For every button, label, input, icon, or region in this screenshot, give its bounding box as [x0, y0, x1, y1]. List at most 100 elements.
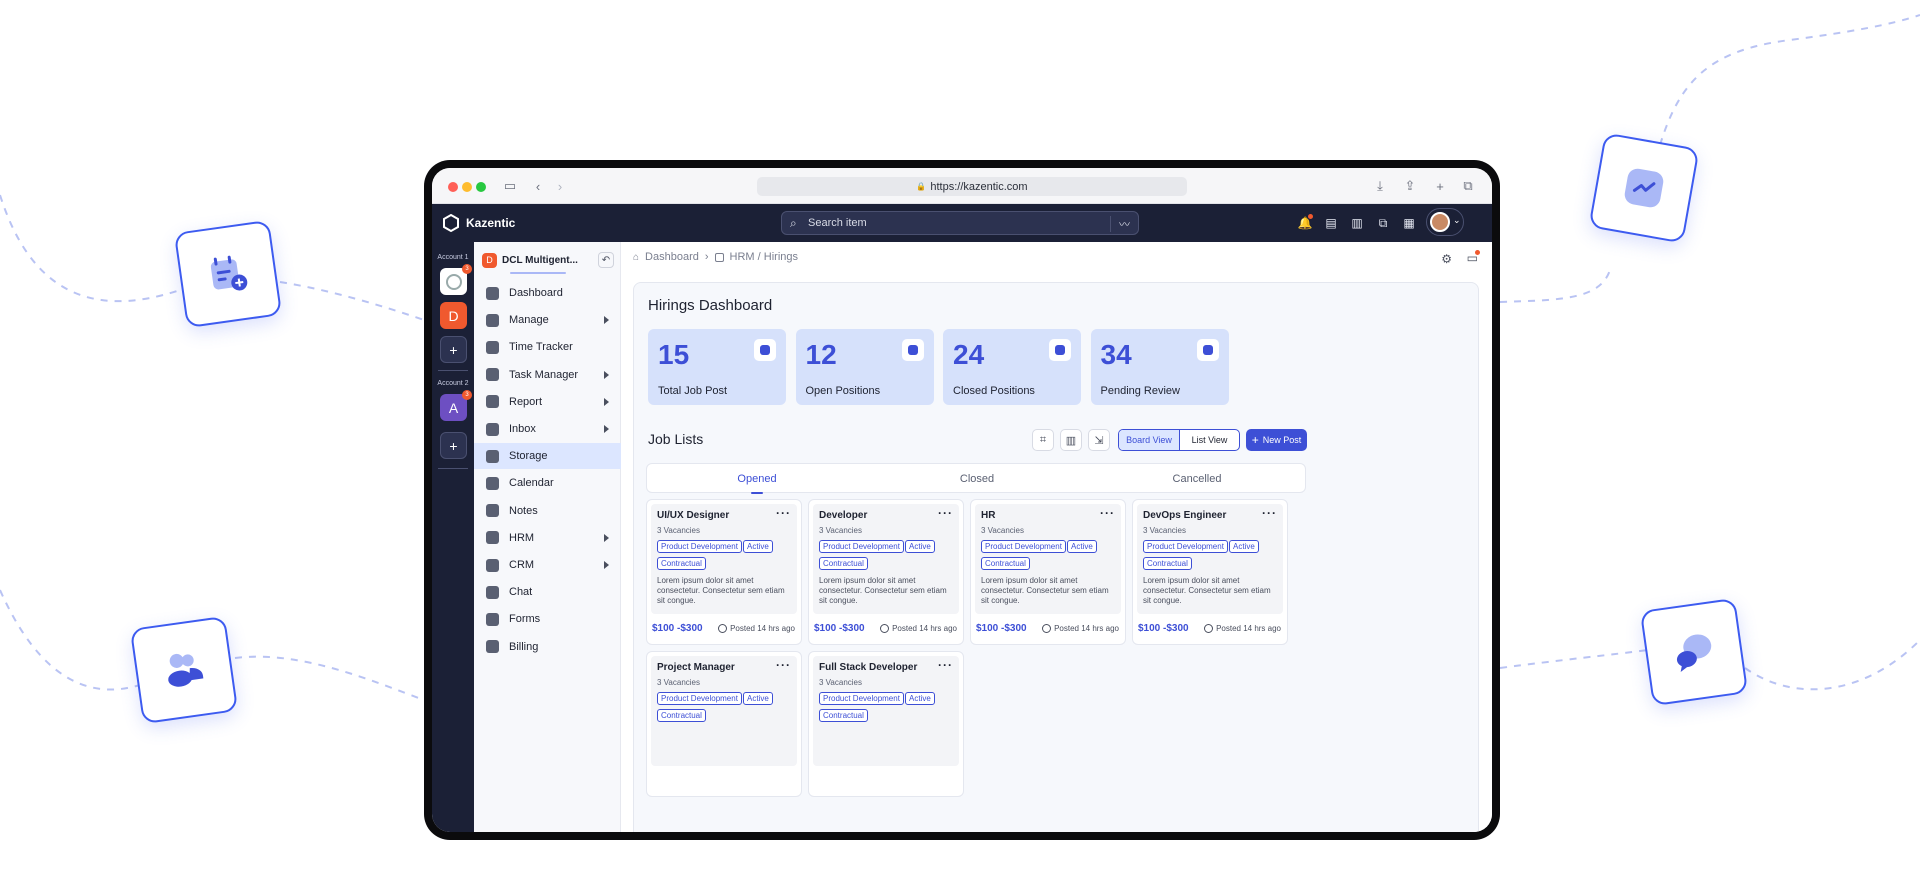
job-card[interactable]: Project Manager ··· 3 Vacancies Product Dev…: [646, 651, 802, 797]
job-posted: Posted 14 hrs ago: [880, 624, 957, 633]
document-icon[interactable]: ▤: [1324, 216, 1338, 230]
add-account2-workspace-button[interactable]: +: [440, 432, 467, 459]
share-icon[interactable]: ⇪: [1402, 178, 1418, 194]
voice-search-icon[interactable]: 〰: [1110, 216, 1130, 232]
job-vacancies: 3 Vacancies: [819, 526, 862, 535]
new-post-button[interactable]: + New Post: [1246, 429, 1307, 451]
clock-icon: [1204, 624, 1214, 633]
breadcrumb-dashboard-link[interactable]: Dashboard: [645, 251, 699, 263]
sidebar-item-inbox[interactable]: Inbox: [474, 416, 621, 442]
more-options-icon[interactable]: ···: [1262, 506, 1277, 520]
undo-icon[interactable]: ↶: [598, 252, 614, 268]
sidebar-item-time-tracker[interactable]: Time Tracker: [474, 334, 621, 360]
job-vacancies: 3 Vacancies: [1143, 526, 1186, 535]
tab-cancelled[interactable]: Cancelled: [1087, 464, 1307, 494]
sidebar-item-label: Time Tracker: [509, 341, 573, 354]
job-status-tabs: Opened Closed Cancelled: [646, 463, 1307, 494]
job-tag: Product Development: [1143, 540, 1228, 553]
maximize-window-dot[interactable]: [476, 182, 486, 192]
search-input[interactable]: ⌕ Search item 〰: [781, 211, 1139, 235]
sidebar-item-crm[interactable]: CRM: [474, 552, 621, 578]
tab-closed[interactable]: Closed: [867, 464, 1087, 494]
job-card[interactable]: HR ··· 3 Vacancies Product Development Activ…: [970, 499, 1126, 645]
profile-menu[interactable]: ⌄: [1426, 208, 1464, 236]
sidebar-item-label: Forms: [509, 613, 541, 626]
list-view-button[interactable]: List View: [1179, 430, 1239, 450]
job-tag: Active: [743, 540, 773, 553]
tabs-overview-icon[interactable]: ⧉: [1460, 178, 1476, 194]
add-account1-workspace-button[interactable]: +: [440, 336, 467, 363]
filter-icon[interactable]: ⌗: [1032, 429, 1054, 451]
job-title: Developer: [819, 510, 868, 521]
job-tag: Active: [743, 692, 773, 705]
board-view-button[interactable]: Board View: [1119, 430, 1179, 450]
sidebar-item-manage[interactable]: Manage: [474, 307, 621, 333]
sidebar-item-notes[interactable]: Notes: [474, 498, 621, 524]
app-header: Kazentic ⌕ Search item 〰 🔔 ▤ ▥ ⧉ ▦ ⌄: [432, 204, 1492, 242]
back-icon[interactable]: ‹: [530, 178, 546, 194]
sidebar-item-billing[interactable]: Billing: [474, 634, 621, 660]
job-description: Lorem ipsum dolor sit amet consectetur. …: [981, 576, 1109, 605]
sidebar-item-label: Billing: [509, 640, 539, 653]
stat-glyph: [760, 345, 770, 355]
job-tag: Contractual: [819, 709, 868, 722]
account1-d-avatar[interactable]: D: [440, 302, 467, 329]
rail-divider: [438, 468, 468, 469]
forward-icon[interactable]: ›: [552, 178, 568, 194]
tab-opened[interactable]: Opened: [647, 464, 867, 494]
calendar-icon: [486, 476, 499, 490]
tasks-icon[interactable]: ⧉: [1376, 216, 1390, 230]
stat-glyph: [1055, 345, 1065, 355]
workspace-switcher[interactable]: D DCL Multigent...: [482, 251, 592, 269]
job-card[interactable]: Full Stack Developer ··· 3 Vacancies Produc…: [808, 651, 964, 797]
app-name: Kazentic: [466, 216, 516, 230]
job-tag: Product Development: [819, 540, 904, 553]
sidebar-item-forms[interactable]: Forms: [474, 606, 621, 632]
more-options-icon[interactable]: ···: [776, 506, 791, 520]
account1-label: Account 1: [437, 254, 469, 261]
stat-card: 15 Total Job Post: [648, 329, 786, 405]
columns-icon[interactable]: ▥: [1060, 429, 1082, 451]
close-window-dot[interactable]: [448, 182, 458, 192]
download-icon[interactable]: ⤓: [1372, 178, 1388, 194]
job-posted: Posted 14 hrs ago: [1042, 624, 1119, 633]
apps-grid-icon[interactable]: ▦: [1402, 216, 1416, 230]
new-post-label: New Post: [1262, 435, 1302, 445]
sidebar-toggle-icon[interactable]: ▭: [502, 178, 518, 194]
sidebar-item-task-manager[interactable]: Task Manager: [474, 362, 621, 388]
sidebar-item-hrm[interactable]: HRM: [474, 525, 621, 551]
clipboard-icon[interactable]: ▥: [1350, 216, 1364, 230]
job-vacancies: 3 Vacancies: [657, 526, 700, 535]
sidebar-item-dashboard[interactable]: Dashboard: [474, 280, 621, 306]
sidebar-item-label: Inbox: [509, 423, 536, 435]
sidebar-item-label: Report: [509, 395, 543, 408]
export-icon[interactable]: ⇲: [1088, 429, 1110, 451]
more-options-icon[interactable]: ···: [776, 658, 791, 672]
billing-icon: [486, 640, 499, 654]
address-bar[interactable]: 🔒 https://kazentic.com: [757, 177, 1187, 196]
sidebar-item-report[interactable]: Report: [474, 389, 621, 415]
stat-icon: [1196, 339, 1219, 361]
job-card[interactable]: UI/UX Designer ··· 3 Vacancies Product Deve…: [646, 499, 802, 645]
job-tag: Active: [905, 540, 935, 553]
account-rail: Account 1 3 D + Account 2 A 3 +: [432, 242, 474, 832]
stat-card: 12 Open Positions: [795, 329, 934, 405]
stat-card: 24 Closed Positions: [943, 329, 1081, 405]
sidebar-item-calendar[interactable]: Calendar: [474, 470, 621, 496]
more-options-icon[interactable]: ···: [938, 506, 953, 520]
job-posted-text: Posted 14 hrs ago: [1054, 624, 1119, 633]
job-title: DevOps Engineer: [1143, 510, 1227, 521]
stat-label: Closed Positions: [953, 385, 1035, 397]
floating-activity-card: [1588, 132, 1700, 244]
sidebar-item-storage[interactable]: Storage: [474, 443, 621, 470]
more-options-icon[interactable]: ···: [1100, 506, 1115, 520]
job-card[interactable]: Developer ··· 3 Vacancies Product Developme…: [808, 499, 964, 645]
new-tab-icon[interactable]: +: [1432, 178, 1448, 194]
job-salary: $100 -$300: [814, 623, 865, 634]
more-options-icon[interactable]: ···: [938, 658, 953, 672]
minimize-window-dot[interactable]: [462, 182, 472, 192]
settings-gear-icon[interactable]: ⚙: [1441, 252, 1452, 266]
job-card[interactable]: DevOps Engineer ··· 3 Vacancies Product Dev…: [1132, 499, 1288, 645]
sidebar-item-chat[interactable]: Chat: [474, 579, 621, 605]
tab-label: Cancelled: [1172, 473, 1222, 485]
